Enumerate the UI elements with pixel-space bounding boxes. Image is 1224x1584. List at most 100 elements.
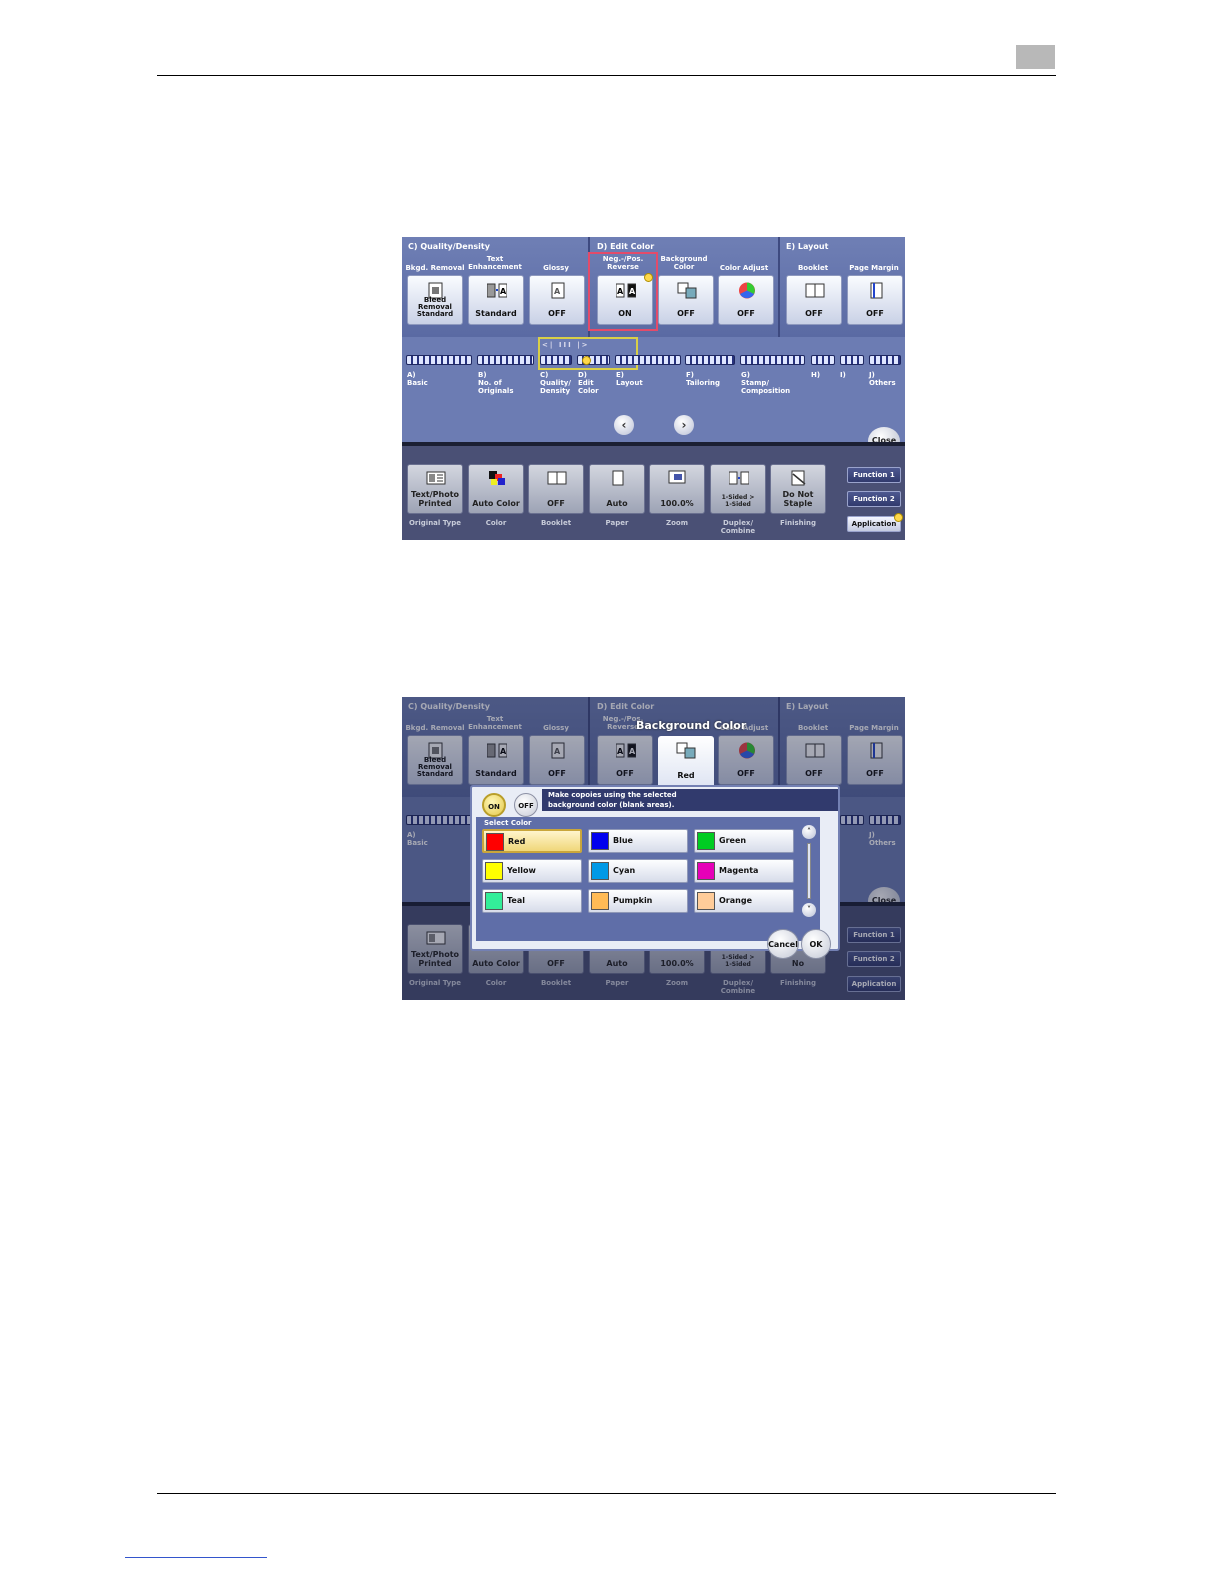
scroll-down-button[interactable]: ˅ [802,903,816,917]
text-enhancement-icon: A [487,283,507,298]
chevron-left-icon: ‹ [621,418,627,432]
button-value: 100.0% [660,499,694,508]
paper-button[interactable]: Auto [589,464,645,514]
finishing-icon [791,470,806,486]
scroll-thumb[interactable] [807,843,811,899]
button-value: Auto Color [472,499,520,508]
setting-indicator-dot [644,273,653,282]
col-label: Background Color [660,255,708,271]
color-swatch [485,892,503,910]
application-button[interactable]: Application [847,516,901,532]
color-option-green[interactable]: Green [694,829,794,853]
background-color-tab[interactable]: Red [658,736,714,786]
prev-arrow-button[interactable]: ‹ [614,415,634,435]
scroll-up-button[interactable]: ˄ [802,825,816,839]
button-value: Text/Photo Printed [410,490,460,508]
background-color-screen: C) Quality/Density D) Edit Color E) Layo… [402,697,905,1000]
button-value: Standard [475,309,517,318]
color-option-cyan[interactable]: Cyan [588,859,688,883]
color-option-red[interactable]: Red [482,829,582,853]
color-swatch [591,892,609,910]
duplex-combine-button[interactable]: 1-Sided > 1-Sided [710,464,766,514]
color-option-yellow[interactable]: Yellow [482,859,582,883]
quick-label: Original Type [408,519,462,527]
on-button[interactable]: ON [482,793,506,817]
tab-label: J) Others [869,371,896,387]
dialog-message: Make copoies using the selected backgrou… [542,789,838,811]
text-enhancement-button[interactable]: A Standard [468,275,524,325]
color-option-blue[interactable]: Blue [588,829,688,853]
color-option-magenta[interactable]: Magenta [694,859,794,883]
dialog-title: Background Color [636,719,747,732]
color-option-orange[interactable]: Orange [694,889,794,913]
color-swatch [591,832,609,850]
color-name: Magenta [719,866,759,875]
cancel-button[interactable]: Cancel [767,929,799,959]
col-label: Text Enhancement [468,255,522,271]
col-label: Glossy [543,264,569,272]
quick-label: Duplex/ Combine [720,519,756,535]
tab-value: Red [677,771,695,780]
tab-h[interactable] [811,355,835,365]
color-name: Teal [507,896,525,905]
color-name: Yellow [507,866,536,875]
original-type-button[interactable]: Text/Photo Printed [407,464,463,514]
group-title-quality: C) Quality/Density [408,242,490,251]
finishing-button[interactable]: Do Not Staple [770,464,826,514]
page-margin-button[interactable]: OFF [847,275,903,325]
next-arrow-button[interactable]: › [674,415,694,435]
quick-label: Finishing [779,519,817,527]
ok-button[interactable]: OK [801,929,831,959]
tab-i[interactable] [840,355,864,365]
function-1-button[interactable]: Function 1 [847,467,901,483]
off-button[interactable]: OFF [514,793,538,817]
function-2-button[interactable]: Function 2 [847,491,901,507]
color-swatch [591,862,609,880]
button-value: OFF [548,309,566,318]
button-value: OFF [805,309,823,318]
tab-basic[interactable] [406,355,472,365]
button-value: 1-Sided > 1-Sided [721,494,755,508]
color-swatch [697,832,715,850]
tab-label: H) [811,371,821,379]
booklet-button[interactable]: OFF [786,275,842,325]
color-name: Pumpkin [613,896,653,905]
quick-settings-bar: Text/Photo Printed Auto Color OFF Auto 1… [402,442,905,540]
color-adjust-button[interactable]: OFF [718,275,774,325]
color-button[interactable]: Auto Color [468,464,524,514]
tab-tailoring[interactable] [685,355,735,365]
col-label: Bkgd. Removal [405,264,465,272]
booklet-icon [547,471,567,485]
glossy-button[interactable]: A OFF [529,275,585,325]
background-color-icon [677,282,697,299]
background-color-button[interactable]: OFF [658,275,714,325]
color-name: Orange [719,896,752,905]
tab-quality-density[interactable] [540,355,572,365]
tab-others[interactable] [869,355,901,365]
color-swatch [697,892,715,910]
booklet-quick-button[interactable]: OFF [528,464,584,514]
booklet-icon [805,283,825,298]
tab-label: F) Tailoring [686,371,721,387]
tab-stamp-composition[interactable] [740,355,805,365]
tab-layout[interactable] [615,355,681,365]
color-swatch [486,833,504,851]
glossy-icon: A [551,282,565,299]
chevron-up-icon: ˄ [807,827,811,836]
color-list-scrollbar[interactable]: ˄ ˅ [802,825,816,937]
tab-no-of-originals[interactable] [477,355,534,365]
footer-rule [157,1493,1056,1494]
tab-label: G) Stamp/ Composition [741,371,791,395]
color-option-teal[interactable]: Teal [482,889,582,913]
select-color-panel: Select Color Red Blue Green Yellow Cyan [476,817,820,941]
group-title-layout: E) Layout [786,242,829,251]
bkgd-removal-button[interactable]: Bleed Removal Standard [407,275,463,325]
tab-label: B) No. of Originals [478,371,514,395]
color-option-pumpkin[interactable]: Pumpkin [588,889,688,913]
quick-label: Paper [605,519,629,527]
button-value: OFF [737,309,755,318]
tab-label: A) Basic [407,371,428,387]
scroll-position-indicator[interactable]: <| III |> [538,337,638,370]
group-title-edit-color: D) Edit Color [597,242,655,251]
zoom-button[interactable]: 100.0% [649,464,705,514]
